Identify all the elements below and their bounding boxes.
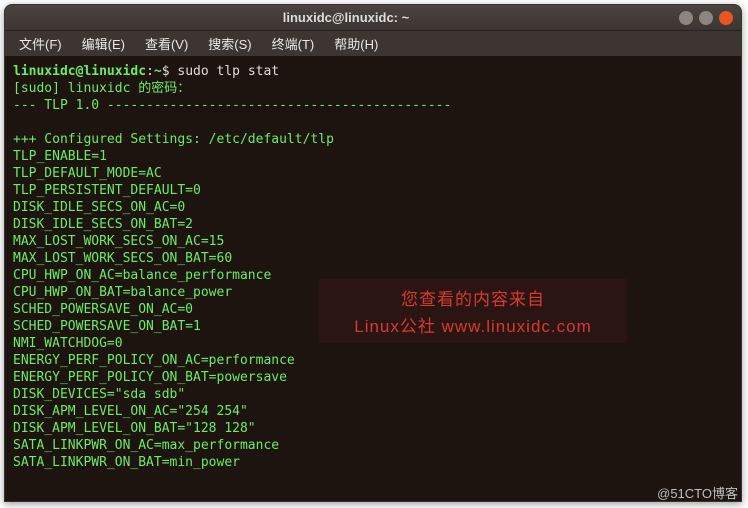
config-line: SATA_LINKPWR_ON_BAT=min_power <box>13 455 240 470</box>
config-line: SCHED_POWERSAVE_ON_BAT=1 <box>13 319 201 334</box>
config-line: SATA_LINKPWR_ON_AC=max_performance <box>13 438 279 453</box>
menu-search[interactable]: 搜索(S) <box>200 32 259 55</box>
watermark-line2: Linux公社 www.linuxidc.com <box>354 312 592 337</box>
window-controls <box>679 11 733 25</box>
config-line: DISK_APM_LEVEL_ON_BAT="128 128" <box>13 421 256 436</box>
config-line: DISK_APM_LEVEL_ON_AC="254 254" <box>13 404 248 419</box>
prompt-user-host: linuxidc@linuxidc <box>13 64 146 79</box>
menu-edit[interactable]: 编辑(E) <box>74 32 133 55</box>
terminal-window: linuxidc@linuxidc: ~ 文件(F) 编辑(E) 查看(V) 搜… <box>4 4 742 502</box>
close-icon[interactable] <box>719 11 733 25</box>
menubar: 文件(F) 编辑(E) 查看(V) 搜索(S) 终端(T) 帮助(H) <box>5 31 741 57</box>
footer-watermark: @51CTO博客 <box>657 483 738 502</box>
config-header: +++ Configured Settings: /etc/default/tl… <box>13 132 334 147</box>
config-line: DISK_IDLE_SECS_ON_BAT=2 <box>13 217 193 232</box>
menu-help[interactable]: 帮助(H) <box>326 32 386 55</box>
titlebar: linuxidc@linuxidc: ~ <box>5 5 741 31</box>
config-line: MAX_LOST_WORK_SECS_ON_BAT=60 <box>13 251 232 266</box>
tlp-header: --- TLP 1.0 ----------------------------… <box>13 98 451 113</box>
config-line: ENERGY_PERF_POLICY_ON_BAT=powersave <box>13 370 287 385</box>
sudo-prompt: [sudo] linuxidc 的密码： <box>13 81 190 96</box>
menu-view[interactable]: 查看(V) <box>137 32 196 55</box>
watermark-overlay: 您查看的内容来自 Linux公社 www.linuxidc.com <box>319 279 627 343</box>
prompt-sep2: $ <box>162 64 178 79</box>
config-line: CPU_HWP_ON_BAT=balance_power <box>13 285 232 300</box>
window-title: linuxidc@linuxidc: ~ <box>13 10 679 25</box>
config-line: SCHED_POWERSAVE_ON_AC=0 <box>13 302 193 317</box>
config-line: DISK_IDLE_SECS_ON_AC=0 <box>13 200 185 215</box>
prompt-path: ~ <box>154 64 162 79</box>
command-text: sudo tlp stat <box>177 64 279 79</box>
maximize-icon[interactable] <box>699 11 713 25</box>
config-line: NMI_WATCHDOG=0 <box>13 336 123 351</box>
config-line: DISK_DEVICES="sda sdb" <box>13 387 185 402</box>
config-line: CPU_HWP_ON_AC=balance_performance <box>13 268 271 283</box>
menu-file[interactable]: 文件(F) <box>11 32 70 55</box>
menu-terminal[interactable]: 终端(T) <box>264 32 323 55</box>
watermark-line1: 您查看的内容来自 <box>401 285 545 310</box>
config-line: MAX_LOST_WORK_SECS_ON_AC=15 <box>13 234 224 249</box>
config-line: TLP_PERSISTENT_DEFAULT=0 <box>13 183 201 198</box>
config-line: ENERGY_PERF_POLICY_ON_AC=performance <box>13 353 295 368</box>
minimize-icon[interactable] <box>679 11 693 25</box>
config-line: TLP_DEFAULT_MODE=AC <box>13 166 162 181</box>
prompt-sep1: : <box>146 64 154 79</box>
config-line: TLP_ENABLE=1 <box>13 149 107 164</box>
